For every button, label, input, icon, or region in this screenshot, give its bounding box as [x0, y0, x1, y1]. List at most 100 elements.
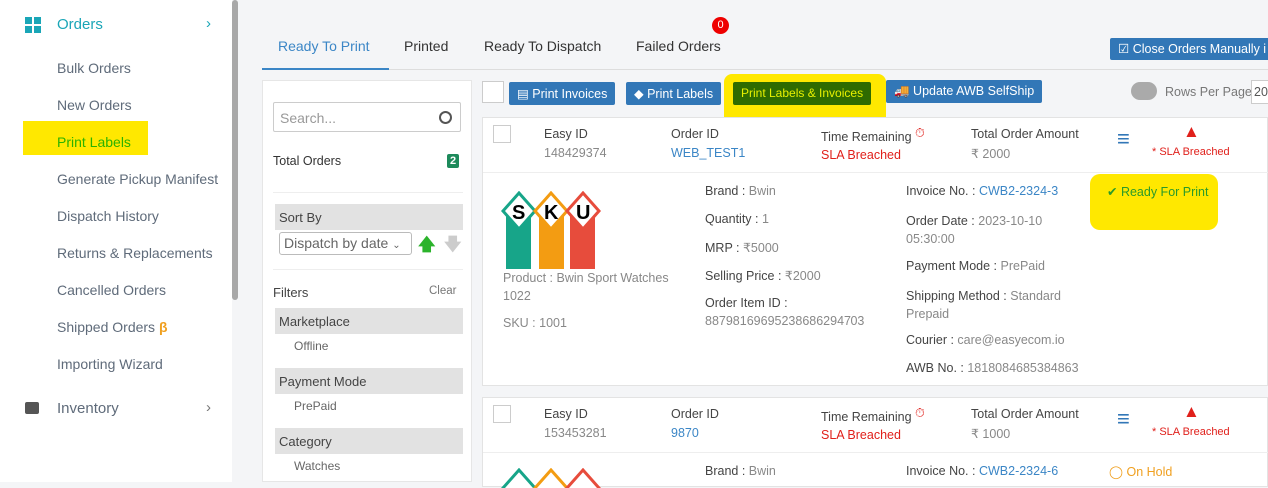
- menu-icon[interactable]: ≡: [1117, 406, 1130, 432]
- sidebar-orders[interactable]: Orders: [57, 16, 103, 33]
- close-orders-manually-button[interactable]: ☑ Close Orders Manually i: [1110, 38, 1268, 60]
- filters-heading: Filters: [273, 285, 309, 300]
- sidebar-item-cancelled[interactable]: Cancelled Orders: [57, 282, 166, 298]
- sidebar-item-bulk-orders[interactable]: Bulk Orders: [57, 60, 131, 76]
- svg-text:U: U: [576, 202, 590, 224]
- sidebar-item-pickup-manifest[interactable]: Generate Pickup Manifest: [57, 171, 218, 187]
- highlight: [1090, 174, 1218, 230]
- search-placeholder: Search...: [280, 110, 337, 126]
- sidebar-item-new-orders[interactable]: New Orders: [57, 97, 132, 113]
- failed-count-badge: 0: [712, 17, 729, 34]
- chevron-right-icon[interactable]: ›: [206, 15, 211, 32]
- menu-icon[interactable]: ≡: [1117, 126, 1130, 152]
- download-cloud-icon[interactable]: [1131, 82, 1157, 100]
- status-on-hold: ◯ On Hold: [1109, 465, 1173, 479]
- total-orders-label: Total Orders: [273, 154, 342, 168]
- value: 05:30:00: [906, 232, 955, 246]
- search-icon[interactable]: [439, 111, 452, 124]
- sort-by-header: Sort By: [275, 204, 463, 230]
- label: Quantity :: [705, 212, 762, 226]
- search-input[interactable]: Search...: [273, 102, 461, 132]
- order-id-label: Order ID: [671, 407, 719, 421]
- sidebar-item-print-labels[interactable]: Print Labels: [57, 134, 131, 150]
- sku-line: SKU : 1001: [503, 316, 567, 330]
- grid-icon: [25, 17, 41, 33]
- invoice-line: Invoice No. : CWB2-2324-3: [906, 184, 1058, 198]
- select-all-checkbox[interactable]: [482, 81, 504, 103]
- sidebar: Orders › Bulk Orders New Orders Print La…: [0, 0, 232, 482]
- payment-mode-header: Payment Mode: [275, 368, 463, 394]
- label: Shipped Orders: [57, 319, 156, 335]
- invoice-link[interactable]: CWB2-2324-6: [979, 464, 1058, 478]
- order-id-link[interactable]: WEB_TEST1: [671, 146, 745, 160]
- value: 1: [761, 212, 769, 226]
- print-labels-invoices-button[interactable]: Print Labels & Invoices: [733, 82, 872, 105]
- sort-select[interactable]: Dispatch by date ⌄: [279, 232, 412, 255]
- quantity-line: Quantity : 1: [705, 212, 769, 226]
- easy-id-value: 148429374: [544, 146, 607, 160]
- value: Bwin Sport Watches: [556, 271, 669, 285]
- label: AWB No. :: [906, 361, 968, 375]
- sidebar-item-returns[interactable]: Returns & Replacements: [57, 245, 213, 261]
- update-awb-button[interactable]: 🚚 Update AWB SelfShip: [886, 80, 1043, 103]
- tab-printed[interactable]: Printed: [404, 38, 448, 54]
- label: Payment Mode :: [906, 259, 1001, 273]
- label: Selling Price :: [705, 269, 785, 283]
- order-id-label: Order ID: [671, 127, 719, 141]
- clear-filters-link[interactable]: Clear: [429, 285, 456, 297]
- rows-per-page-select[interactable]: 20: [1251, 80, 1268, 104]
- marketplace-header: Marketplace: [275, 308, 463, 334]
- label: SKU :: [503, 316, 540, 330]
- total-amount-label: Total Order Amount: [971, 127, 1079, 141]
- sla-status: SLA Breached: [821, 148, 901, 162]
- invoice-link[interactable]: CWB2-2324-3: [979, 184, 1058, 198]
- order-id-link[interactable]: 9870: [671, 426, 699, 440]
- sidebar-item-importing-wizard[interactable]: Importing Wizard: [57, 356, 163, 372]
- value: 1818084685384863: [967, 361, 1079, 375]
- brand-line: Brand : Bwin: [705, 464, 776, 478]
- svg-text:K: K: [544, 202, 559, 224]
- shipping-line: Shipping Method : Standard Prepaid: [906, 287, 1061, 323]
- sort-descending-icon[interactable]: 🡇: [444, 232, 461, 261]
- sort-ascending-icon[interactable]: 🡅: [418, 232, 435, 261]
- tab-ready-to-print[interactable]: Ready To Print: [278, 38, 370, 54]
- product-name: Product : Bwin Sport Watches 1022: [503, 269, 683, 305]
- easy-id-label: Easy ID: [544, 407, 588, 421]
- value: ₹5000: [742, 241, 779, 255]
- sidebar-inventory[interactable]: Inventory: [57, 400, 119, 417]
- marketplace-option[interactable]: Offline: [294, 339, 328, 353]
- sla-note: * SLA Breached: [1152, 146, 1230, 158]
- label: Brand :: [705, 464, 749, 478]
- label: Invoice No. :: [906, 464, 979, 478]
- payment-line: Payment Mode : PrePaid: [906, 259, 1045, 273]
- sidebar-item-shipped[interactable]: Shipped Orders β: [57, 319, 168, 335]
- tab-ready-to-dispatch[interactable]: Ready To Dispatch: [484, 38, 601, 54]
- value: PrePaid: [1000, 259, 1045, 273]
- label: Update AWB SelfShip: [913, 84, 1035, 98]
- payment-option[interactable]: PrePaid: [294, 399, 337, 413]
- order-checkbox[interactable]: [493, 405, 511, 423]
- sla-status: SLA Breached: [821, 428, 901, 442]
- chevron-right-icon[interactable]: ›: [206, 399, 211, 416]
- print-labels-button[interactable]: ◆ Print Labels: [626, 82, 722, 105]
- order-item-id-label: Order Item ID :: [705, 296, 788, 310]
- category-option[interactable]: Watches: [294, 459, 340, 473]
- status-label: On Hold: [1126, 465, 1173, 479]
- sidebar-item-dispatch-history[interactable]: Dispatch History: [57, 208, 159, 224]
- stopwatch-icon: ⏱: [915, 406, 925, 420]
- total-amount-value: ₹ 1000: [971, 427, 1011, 441]
- value: 1022: [503, 289, 531, 303]
- rows-per-page-label: Rows Per Page: [1165, 85, 1252, 99]
- sku-product-image: SKU: [500, 190, 602, 271]
- print-invoices-button[interactable]: ▤ Print Invoices: [509, 82, 616, 105]
- order-checkbox[interactable]: [493, 125, 511, 143]
- selling-price-line: Selling Price : ₹2000: [705, 268, 821, 283]
- tab-failed-orders[interactable]: Failed Orders: [636, 38, 721, 54]
- sort-value: Dispatch by date: [284, 235, 389, 251]
- order-card: Easy ID 148429374 Order ID WEB_TEST1 Tim…: [482, 117, 1268, 386]
- label: Close Orders Manually i: [1132, 42, 1267, 56]
- scrollbar[interactable]: [232, 0, 238, 300]
- beta-badge: β: [158, 319, 168, 335]
- label: Product :: [503, 271, 557, 285]
- value: care@easyecom.io: [957, 333, 1065, 347]
